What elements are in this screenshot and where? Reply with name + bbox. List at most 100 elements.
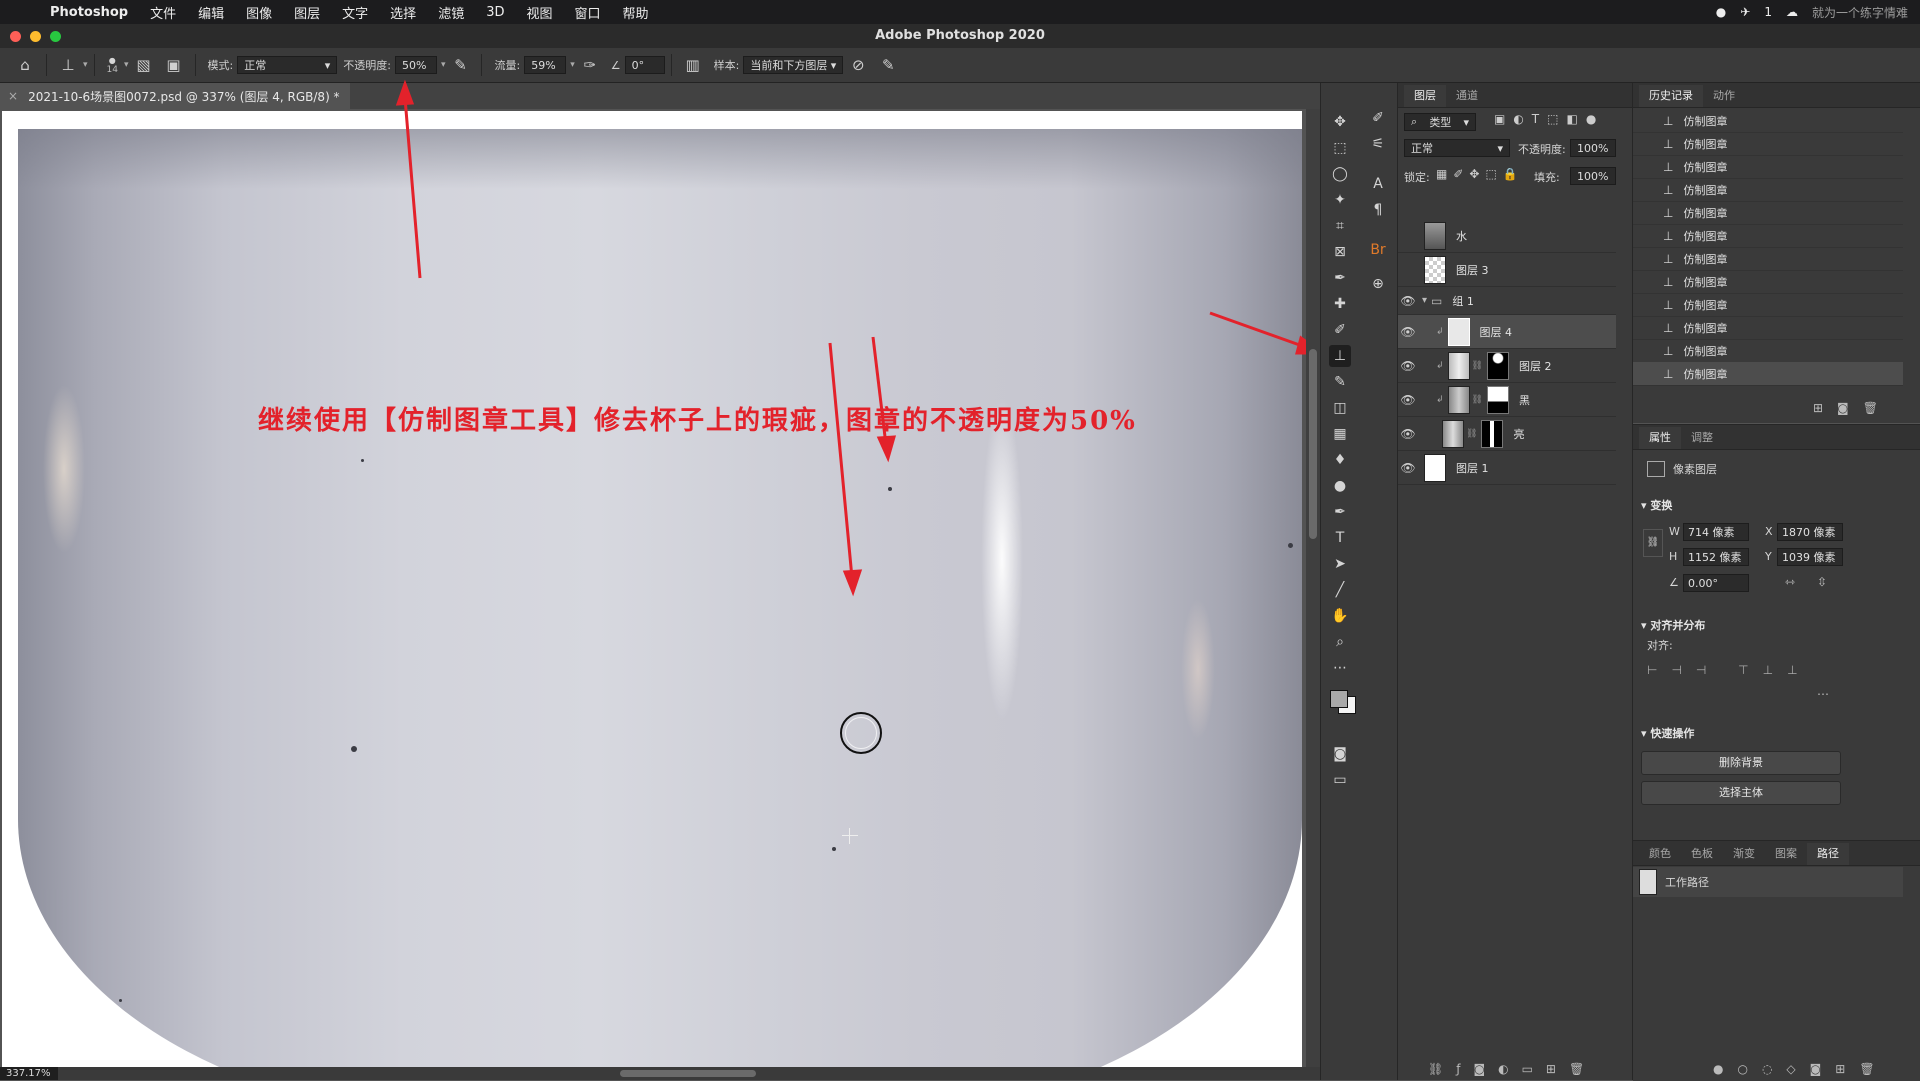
document-tab[interactable]: × 2021-10-6场景图0072.psd @ 337% (图层 4, RGB… bbox=[0, 83, 350, 109]
magic-wand-tool-icon[interactable]: ✦ bbox=[1329, 189, 1351, 211]
tab-paths[interactable]: 路径 bbox=[1807, 843, 1849, 865]
menu-view[interactable]: 视图 bbox=[526, 3, 552, 22]
tab-channels[interactable]: 通道 bbox=[1446, 85, 1488, 107]
eye-icon[interactable]: 👁 bbox=[1398, 427, 1418, 441]
close-icon[interactable]: × bbox=[8, 89, 18, 103]
history-footer-buttons[interactable]: ⊞◙🗑 bbox=[1813, 401, 1892, 415]
wechat-icon[interactable]: ☁ bbox=[1786, 5, 1798, 19]
angle-input[interactable]: 0° bbox=[624, 56, 665, 74]
history-item[interactable]: ⊥ 仿制图章 bbox=[1633, 224, 1903, 248]
quick-mask-icon[interactable]: ◙ bbox=[1329, 743, 1351, 765]
menu-file[interactable]: 文件 bbox=[150, 3, 176, 22]
layer-mask-thumbnail[interactable] bbox=[1486, 351, 1509, 380]
width-input[interactable]: 714 像素 bbox=[1683, 523, 1749, 541]
flip-horizontal-icon[interactable]: ⇿ bbox=[1785, 575, 1795, 589]
history-brush-tool-icon[interactable]: ✎ bbox=[1329, 371, 1351, 393]
align-section-title[interactable]: ▾ 对齐并分布 bbox=[1641, 617, 1705, 633]
chevron-down-icon[interactable]: ▾ bbox=[441, 60, 446, 70]
layer-row[interactable]: 水 bbox=[1398, 219, 1616, 253]
chevron-down-icon[interactable]: ▾ bbox=[570, 60, 575, 70]
align-buttons[interactable]: ⊢⊣⊣ ⊤⊥⊥ bbox=[1647, 663, 1812, 677]
notification-icon[interactable]: ✈ bbox=[1740, 5, 1750, 19]
layer-mask-thumbnail[interactable] bbox=[1486, 385, 1509, 414]
layers-footer-buttons[interactable]: ⛓ƒ◙◐▭⊞🗑 bbox=[1428, 1062, 1597, 1076]
zoom-tool-icon[interactable]: ⌕ bbox=[1329, 631, 1351, 653]
history-item[interactable]: ⊥ 仿制图章 bbox=[1633, 109, 1903, 133]
flow-input[interactable]: 59% bbox=[524, 56, 567, 74]
close-window-button[interactable] bbox=[10, 31, 21, 42]
path-selection-tool-icon[interactable]: ➤ bbox=[1329, 553, 1351, 575]
chevron-down-icon[interactable]: ▾ bbox=[83, 60, 88, 70]
eye-icon[interactable]: 👁 bbox=[1398, 359, 1418, 373]
layer-row[interactable]: 👁 ↲ ⛓ 图层 2 bbox=[1398, 349, 1616, 383]
pen-tool-icon[interactable]: ✒ bbox=[1329, 501, 1351, 523]
brush-settings-panel-icon[interactable]: ✐ bbox=[1367, 107, 1389, 129]
history-item[interactable]: ⊥ 仿制图章 bbox=[1633, 155, 1903, 179]
rotation-input[interactable]: 0.00° bbox=[1683, 574, 1749, 592]
chevron-down-icon[interactable]: ▾ bbox=[124, 60, 129, 70]
y-input[interactable]: 1039 像素 bbox=[1777, 548, 1843, 566]
lock-icons[interactable]: ▦✐✥⬚🔒 bbox=[1436, 167, 1524, 181]
eye-icon[interactable]: 👁 bbox=[1398, 461, 1418, 475]
layer-row[interactable]: 👁 ⛓ 亮 bbox=[1398, 417, 1616, 451]
history-item[interactable]: ⊥ 仿制图章 bbox=[1633, 178, 1903, 202]
layer-blend-select[interactable]: 正常 ▾ bbox=[1404, 139, 1510, 157]
tab-layers[interactable]: 图层 bbox=[1404, 85, 1446, 107]
minimize-window-button[interactable] bbox=[30, 31, 41, 42]
move-tool-icon[interactable]: ✥ bbox=[1329, 111, 1351, 133]
menu-type[interactable]: 文字 bbox=[342, 3, 368, 22]
document-image[interactable] bbox=[2, 111, 1302, 1067]
layer-row[interactable]: 👁 ↲ 图层 4 bbox=[1398, 315, 1616, 349]
zoom-level[interactable]: 337.17% bbox=[0, 1067, 58, 1080]
record-icon[interactable]: ● bbox=[1716, 5, 1726, 19]
eye-icon[interactable]: 👁 bbox=[1398, 325, 1418, 339]
select-subject-button[interactable]: 选择主体 bbox=[1641, 781, 1841, 805]
quick-actions-title[interactable]: ▾ 快速操作 bbox=[1641, 725, 1694, 741]
menu-filter[interactable]: 滤镜 bbox=[438, 3, 464, 22]
clone-source-panel-icon[interactable]: ⊕ bbox=[1367, 273, 1389, 295]
canvas-area[interactable]: 继续使用【仿制图章工具】修去杯子上的瑕疵，图章的不透明度为50% bbox=[0, 109, 1308, 1067]
history-item[interactable]: ⊥ 仿制图章 bbox=[1633, 339, 1903, 363]
color-swatches[interactable] bbox=[1322, 686, 1358, 716]
tab-patterns[interactable]: 图案 bbox=[1765, 843, 1807, 865]
eye-icon[interactable]: 👁 bbox=[1398, 294, 1418, 308]
paths-footer-buttons[interactable]: ●○◌◇◙⊞🗑 bbox=[1713, 1062, 1889, 1076]
brush-presets-panel-icon[interactable]: ⚟ bbox=[1367, 133, 1389, 155]
layer-filter-icons[interactable]: ▣◐T⬚◧● bbox=[1494, 112, 1604, 126]
tab-swatches[interactable]: 色板 bbox=[1681, 843, 1723, 865]
scrollbar-thumb[interactable] bbox=[1309, 349, 1317, 539]
hand-tool-icon[interactable]: ✋ bbox=[1329, 605, 1351, 627]
dodge-tool-icon[interactable]: ● bbox=[1329, 475, 1351, 497]
layer-row[interactable]: 👁 ↲ ⛓ 黑 bbox=[1398, 383, 1616, 417]
transform-section-title[interactable]: ▾ 变换 bbox=[1641, 497, 1672, 513]
sample-select[interactable]: 当前和下方图层 ▾ bbox=[743, 56, 844, 74]
clone-stamp-tool-icon[interactable]: ⊥ bbox=[1329, 345, 1351, 367]
layer-filter-select[interactable]: ⌕ 类型 ▾ bbox=[1404, 113, 1476, 131]
horizontal-scrollbar-thumb[interactable] bbox=[620, 1070, 756, 1077]
marquee-tool-icon[interactable]: ⬚ bbox=[1329, 137, 1351, 159]
aligned-toggle-icon[interactable]: ▥ bbox=[682, 54, 704, 76]
layer-row[interactable]: 图层 3 bbox=[1398, 253, 1616, 287]
flip-vertical-icon[interactable]: ⇳ bbox=[1817, 575, 1827, 589]
menu-image[interactable]: 图像 bbox=[246, 3, 272, 22]
paragraph-panel-icon[interactable]: ¶ bbox=[1367, 199, 1389, 221]
tab-adjustments[interactable]: 调整 bbox=[1681, 427, 1723, 449]
frame-tool-icon[interactable]: ⊠ bbox=[1329, 241, 1351, 263]
menu-edit[interactable]: 编辑 bbox=[198, 3, 224, 22]
menu-window[interactable]: 窗口 bbox=[575, 3, 601, 22]
tab-properties[interactable]: 属性 bbox=[1639, 427, 1681, 449]
tab-actions[interactable]: 动作 bbox=[1703, 85, 1745, 107]
more-icon[interactable]: ⋯ bbox=[1817, 687, 1829, 701]
home-icon[interactable]: ⌂ bbox=[14, 54, 36, 76]
line-tool-icon[interactable]: ╱ bbox=[1329, 579, 1351, 601]
healing-brush-tool-icon[interactable]: ✚ bbox=[1329, 293, 1351, 315]
eraser-tool-icon[interactable]: ◫ bbox=[1329, 397, 1351, 419]
tab-gradients[interactable]: 渐变 bbox=[1723, 843, 1765, 865]
menu-help[interactable]: 帮助 bbox=[623, 3, 649, 22]
eye-icon[interactable]: 👁 bbox=[1398, 393, 1418, 407]
layer-mask-thumbnail[interactable] bbox=[1481, 419, 1504, 448]
brush-settings-icon[interactable]: ▧ bbox=[133, 54, 155, 76]
type-tool-icon[interactable]: T bbox=[1329, 527, 1351, 549]
menu-layer[interactable]: 图层 bbox=[294, 3, 320, 22]
menu-3d[interactable]: 3D bbox=[486, 5, 504, 20]
